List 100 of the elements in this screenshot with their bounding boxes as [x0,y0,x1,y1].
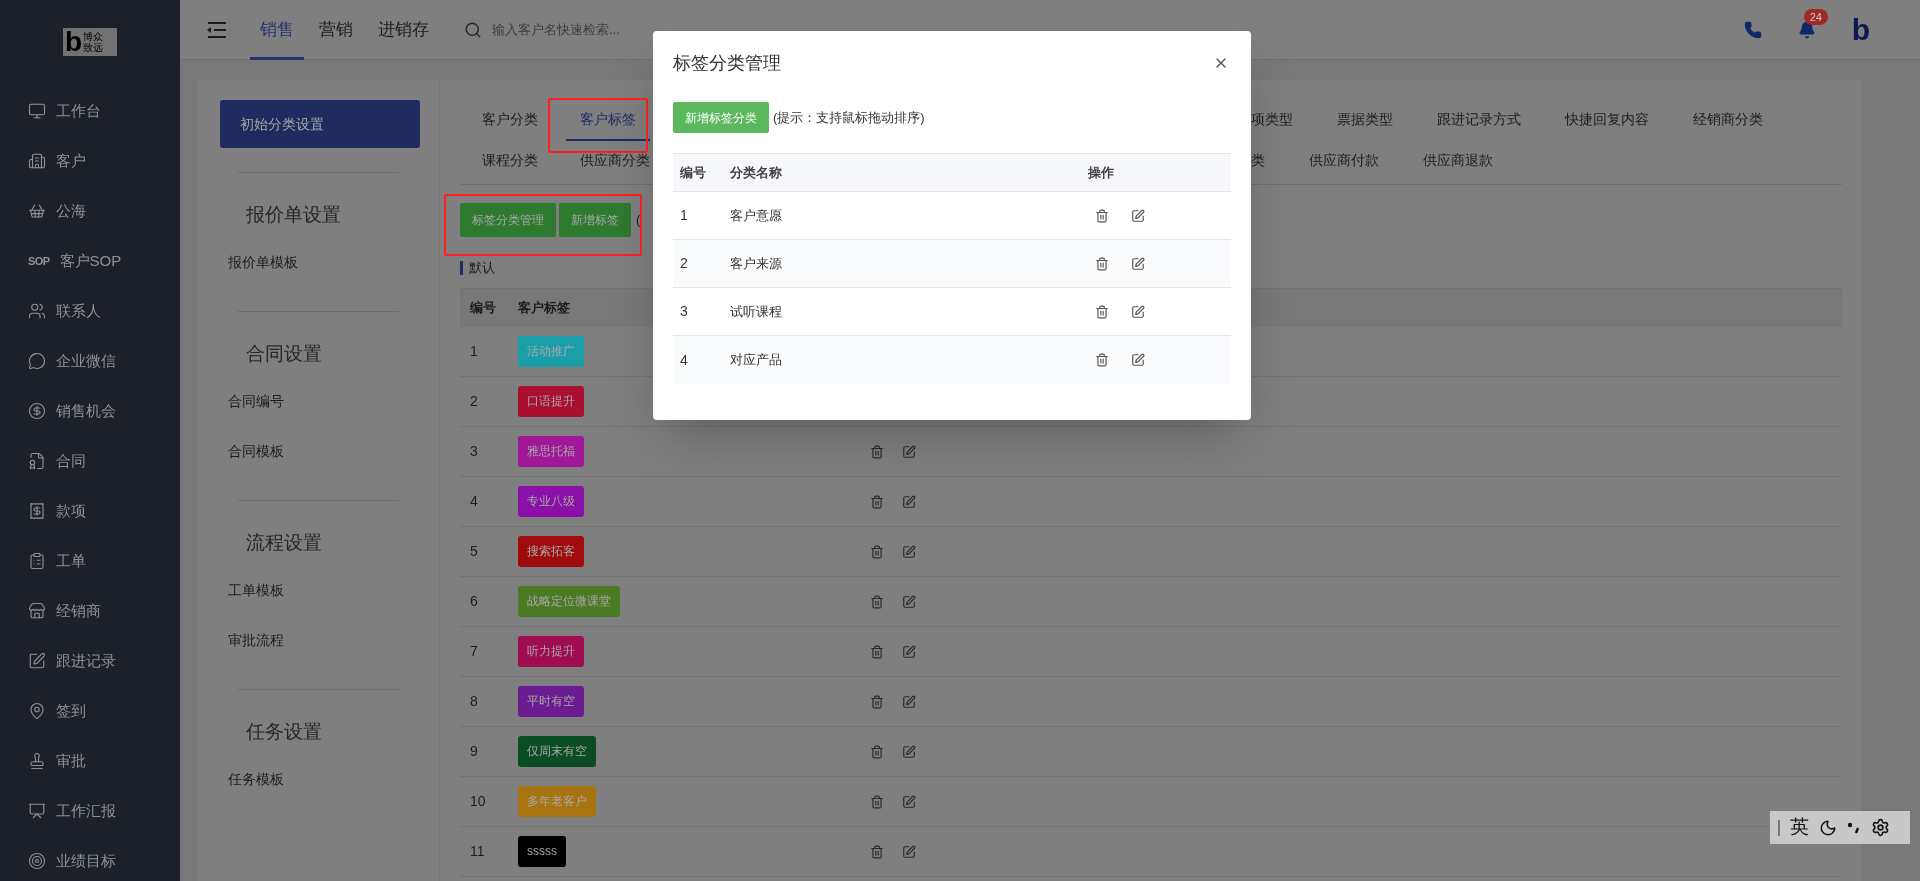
row-number: 8 [469,692,479,711]
edit-icon[interactable] [902,644,916,659]
menu-collapse-icon[interactable] [206,20,228,39]
delete-icon[interactable] [870,744,884,759]
row-number: 11 [469,842,486,861]
sidebar-item[interactable]: 签到 [0,686,180,736]
group-title: 默认 [469,259,495,278]
sidebar-item[interactable]: 工单 [0,536,180,586]
brand-logo[interactable]: b [1851,14,1870,45]
sidebar-item[interactable]: 工作台 [0,86,180,136]
delete-icon[interactable] [870,694,884,709]
sidebar-item[interactable]: 业绩目标 [0,836,180,881]
row-number: 3 [469,442,479,461]
category-tab[interactable]: 供应商付款 [1295,141,1393,182]
row-number: 10 [469,792,487,811]
sidebar-item[interactable]: 经销商 [0,586,180,636]
settings-group-title: 流程设置 [245,530,323,555]
category-tab[interactable]: 类 [1237,141,1279,182]
row-number: 1 [469,342,479,361]
delete-icon[interactable] [870,494,884,509]
menu-icon [28,352,46,370]
menu-icon [28,552,46,570]
delete-icon[interactable] [1095,208,1109,223]
edit-icon[interactable] [902,694,916,709]
category-tab[interactable]: 客户分类 [468,100,552,141]
tag-chip: 仅周末有空 [518,736,596,767]
menu-icon [28,602,46,620]
category-name: 客户意愿 [730,206,783,225]
add-category-button[interactable]: 新增标签分类 [673,102,769,133]
edit-icon[interactable] [902,794,916,809]
menu-icon [28,452,46,470]
category-tab[interactable]: 票据类型 [1323,100,1407,141]
category-tab[interactable]: 课程分类 [468,141,552,182]
category-tab[interactable]: 客户标签 [566,100,650,141]
sidebar-item[interactable]: 销售机会 [0,386,180,436]
punctuation-icon[interactable] [1847,821,1861,834]
category-tab[interactable]: 快捷回复内容 [1551,100,1663,141]
category-tab[interactable]: 经销商分类 [1679,100,1777,141]
delete-icon[interactable] [870,544,884,559]
tag-chip: 搜索拓客 [518,536,584,567]
menu-icon [28,802,46,820]
toolbar-button[interactable]: 新增标签 [559,203,631,237]
delete-icon[interactable] [1095,353,1109,367]
edit-icon[interactable] [1131,208,1145,223]
tag-chip: 雅思托福 [518,436,584,467]
delete-icon[interactable] [870,594,884,609]
edit-icon[interactable] [1131,256,1145,271]
sidebar-item[interactable]: 审批 [0,736,180,786]
ime-mode[interactable]: 英 [1790,813,1809,842]
category-tab[interactable]: 供应商退款 [1409,141,1507,182]
tag-chip: sssss [518,836,566,867]
bell-icon[interactable] [1797,20,1816,39]
module-tab[interactable]: 进销存 [368,0,439,60]
delete-icon[interactable] [870,644,884,659]
hint-text: (提示：支持鼠标拖动排序) [773,108,925,127]
edit-icon[interactable] [902,494,916,509]
edit-icon[interactable] [902,744,916,759]
edit-icon[interactable] [902,544,916,559]
module-tab[interactable]: 销售 [250,0,304,60]
settings-nav-item[interactable]: 任务模板 [228,754,399,804]
category-tab[interactable]: 项类型 [1237,100,1307,141]
category-tab[interactable]: 供应商分类 [566,141,664,182]
settings-nav-item[interactable]: 初始分类设置 [220,100,420,148]
tag-chip: 活动推广 [518,336,584,367]
menu-icon [28,102,46,120]
delete-icon[interactable] [870,844,884,859]
edit-icon[interactable] [1131,353,1145,367]
settings-nav-item[interactable]: 审批流程 [228,615,399,665]
sidebar-item[interactable]: 工作汇报 [0,786,180,836]
phone-icon[interactable] [1743,20,1762,39]
delete-icon[interactable] [1095,256,1109,271]
delete-icon[interactable] [1095,304,1109,319]
settings-nav-item[interactable]: 报价单模板 [228,237,399,287]
edit-icon[interactable] [902,444,916,459]
menu-icon [28,502,46,520]
settings-nav-item[interactable]: 工单模板 [228,565,399,615]
menu-icon [28,652,46,670]
edit-icon[interactable] [1131,304,1145,319]
delete-icon[interactable] [870,794,884,809]
search-field[interactable]: 输入客户名快速检索... [464,19,784,40]
sidebar-item[interactable]: 跟进记录 [0,636,180,686]
settings-nav-item[interactable]: 合同编号 [228,376,399,426]
sidebar-item[interactable]: SOP 客户SOP [0,236,180,286]
module-tab[interactable]: 营销 [309,0,363,60]
tag-chip: 专业八级 [518,486,584,517]
moon-icon[interactable] [1819,818,1837,837]
row-number: 2 [679,254,689,273]
sidebar-item[interactable]: 款项 [0,486,180,536]
edit-icon[interactable] [902,844,916,859]
toolbar-button[interactable]: 标签分类管理 [460,203,556,237]
edit-icon[interactable] [902,594,916,609]
category-tab[interactable]: 跟进记录方式 [1423,100,1535,141]
sidebar-item[interactable]: 企业微信 [0,336,180,386]
sidebar-item[interactable]: 公海 [0,186,180,236]
settings-nav-item[interactable]: 合同模板 [228,426,399,476]
sidebar-item[interactable]: 联系人 [0,286,180,336]
sidebar-item[interactable]: 合同 [0,436,180,486]
settings-icon[interactable] [1871,818,1890,837]
delete-icon[interactable] [870,444,884,459]
sidebar-item[interactable]: 客户 [0,136,180,186]
